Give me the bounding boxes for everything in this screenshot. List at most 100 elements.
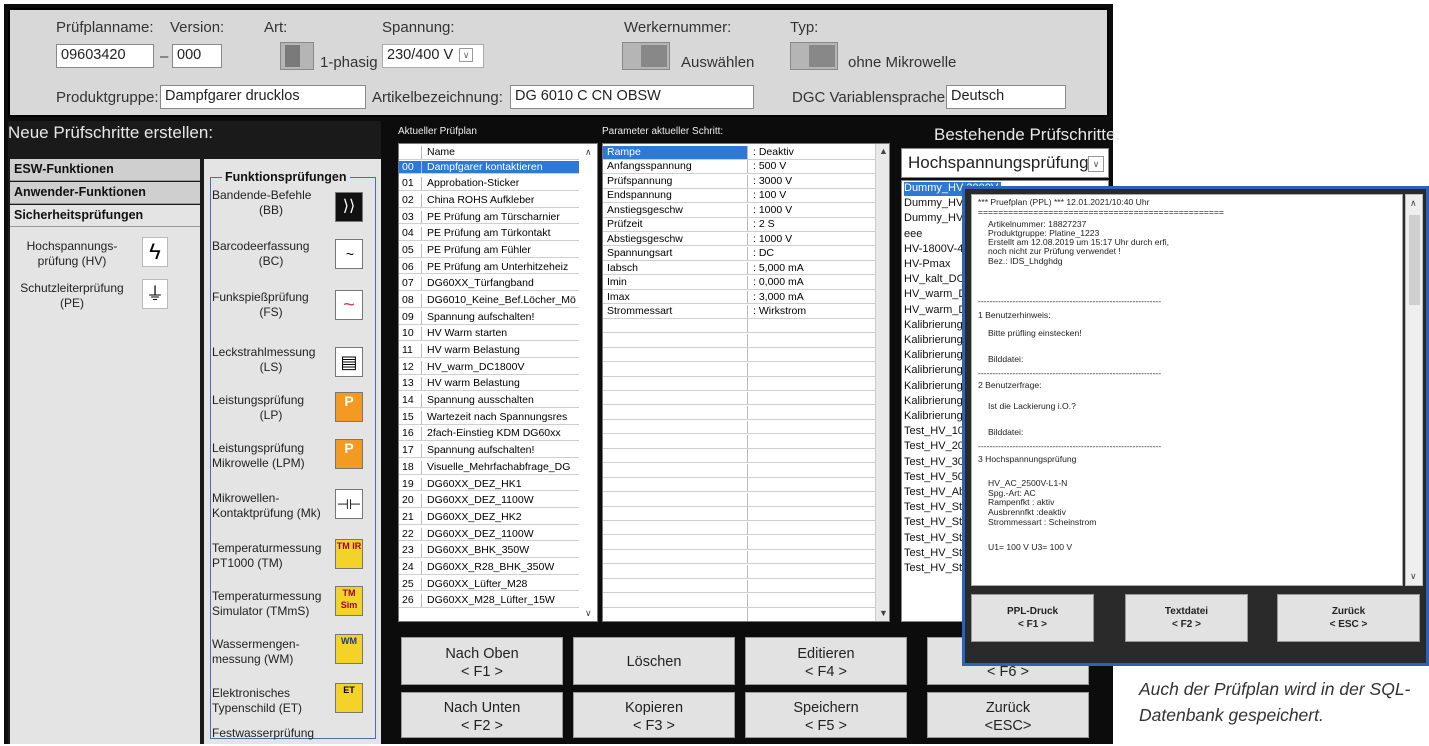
param-row[interactable] bbox=[603, 348, 875, 363]
art-toggle[interactable] bbox=[280, 42, 314, 70]
existing-step-item[interactable]: Test_HV_300 bbox=[904, 456, 970, 470]
pruefplan-row[interactable]: 16 2fach-Einstieg KDM DG60xx bbox=[399, 427, 579, 442]
param-row[interactable] bbox=[603, 536, 875, 550]
param-row[interactable] bbox=[603, 550, 875, 565]
chevron-up-icon[interactable]: ▲ bbox=[879, 146, 888, 156]
chevron-up-icon[interactable]: ∧ bbox=[1410, 198, 1417, 209]
param-row[interactable] bbox=[603, 377, 875, 391]
function-item-wm[interactable]: Wassermengen-messung (WM) bbox=[212, 637, 330, 667]
chevron-down-icon[interactable]: ∨ bbox=[585, 608, 592, 619]
param-row[interactable]: Rampe: Deaktiv bbox=[603, 146, 875, 160]
pruefplan-row[interactable]: 06 PE Prüfung am Unterhitzeheiz bbox=[399, 260, 579, 275]
power-test-icon[interactable]: P bbox=[335, 392, 363, 422]
function-item-lp[interactable]: Leistungsprüfung (LP) bbox=[212, 393, 330, 423]
typ-toggle[interactable] bbox=[790, 42, 838, 70]
thermometer-ir-icon[interactable]: TM IR bbox=[335, 539, 363, 569]
chevron-down-icon[interactable]: ▼ bbox=[879, 608, 888, 618]
param-row[interactable]: Imax: 3,000 mA bbox=[603, 290, 875, 305]
lightning-icon[interactable]: ϟ bbox=[142, 237, 168, 267]
param-row[interactable] bbox=[603, 319, 875, 334]
pruefplan-row[interactable]: 04 PE Prüfung am Türkontakt bbox=[399, 227, 579, 242]
pruefplan-row[interactable]: 18 Visuelle_Mehrfachabfrage_DG bbox=[399, 460, 579, 475]
pruefplan-row[interactable]: 01 Approbation-Sticker bbox=[399, 177, 579, 192]
function-item-bc[interactable]: Barcodeerfassung (BC) bbox=[212, 239, 330, 269]
delete-button[interactable]: Löschen bbox=[573, 637, 735, 685]
existing-step-item[interactable]: Kalibrierung bbox=[904, 334, 963, 348]
param-row[interactable] bbox=[603, 478, 875, 493]
existing-step-item[interactable]: Test_HV_500 bbox=[904, 471, 970, 485]
chevron-up-icon[interactable]: ∧ bbox=[585, 147, 592, 158]
existing-step-item[interactable]: Kalibrierung bbox=[904, 380, 963, 394]
existing-step-item[interactable]: Dummy_HV_ bbox=[904, 212, 969, 226]
pruefplan-row[interactable]: 05 PE Prüfung am Fühler bbox=[399, 244, 579, 258]
pruefplan-row[interactable]: 17 Spannung aufschalten! bbox=[399, 444, 579, 458]
pe-test-item[interactable]: Schutzleiterprüfung (PE) bbox=[10, 281, 134, 311]
move-down-button[interactable]: Nach Unten < F2 > bbox=[401, 692, 563, 738]
step-type-select[interactable]: Hochspannungsprüfung ∨ bbox=[901, 148, 1109, 178]
artikelbezeichnung-input[interactable]: DG 6010 C CN OBSW bbox=[510, 85, 754, 109]
ground-icon[interactable]: ⏚ bbox=[142, 279, 168, 309]
pruefplan-row[interactable]: 11 HV warm Belastung bbox=[399, 344, 579, 358]
thermometer-sim-icon[interactable]: TM Sim bbox=[335, 586, 363, 616]
produktgruppe-input[interactable]: Dampfgarer drucklos bbox=[160, 85, 366, 109]
pruefplan-row[interactable]: 23 DG60XX_BHK_350W bbox=[399, 544, 579, 559]
param-row[interactable] bbox=[603, 507, 875, 522]
existing-step-item[interactable]: Kalibrierung bbox=[904, 349, 963, 363]
variablensprache-input[interactable]: Deutsch bbox=[946, 85, 1066, 109]
popup-back-button[interactable]: Zurück < ESC > bbox=[1277, 594, 1420, 642]
existing-step-item[interactable]: Kalibrierung bbox=[904, 410, 963, 424]
existing-step-item[interactable]: HV-Pmax bbox=[904, 258, 950, 272]
werkernummer-toggle[interactable] bbox=[622, 42, 670, 70]
pruefplanname-input[interactable]: 09603420 bbox=[56, 44, 154, 68]
text-file-button[interactable]: Textdatei < F2 > bbox=[1125, 594, 1248, 642]
existing-step-item[interactable]: Kalibrierung bbox=[904, 319, 963, 333]
param-row[interactable] bbox=[603, 565, 875, 579]
pruefplan-row[interactable]: 22 DG60XX_DEZ_1100W bbox=[399, 527, 579, 542]
param-row[interactable] bbox=[603, 362, 875, 377]
existing-step-item[interactable]: HV-1800V-4r bbox=[904, 243, 967, 257]
param-row[interactable]: Endspannung: 100 V bbox=[603, 189, 875, 204]
microwave-power-icon[interactable]: P bbox=[335, 439, 363, 469]
pruefplan-row[interactable]: 09 Spannung aufschalten! bbox=[399, 310, 579, 325]
function-item-fs[interactable]: Funkspießprüfung (FS) bbox=[212, 290, 330, 320]
chevron-down-icon[interactable]: ∨ bbox=[1410, 571, 1417, 582]
spannung-select[interactable]: 230/400 V ∨ bbox=[382, 44, 484, 68]
pruefplan-table[interactable]: Name ∧ ∨ 00 Dampfgarer kontaktieren 01 Appr… bbox=[398, 143, 598, 622]
pruefplan-row[interactable]: 07 DG60XX_Türfangband bbox=[399, 277, 579, 292]
pruefplan-row[interactable]: 00 Dampfgarer kontaktieren bbox=[399, 160, 579, 175]
param-row[interactable] bbox=[603, 593, 875, 608]
function-item-et[interactable]: Elektronisches Typenschild (ET) bbox=[212, 686, 330, 716]
param-row[interactable] bbox=[603, 435, 875, 449]
param-row[interactable]: Abstiegsgeschw: 1000 V bbox=[603, 232, 875, 247]
param-row[interactable]: Iabsch: 5,000 mA bbox=[603, 261, 875, 276]
leak-meter-icon[interactable]: ▤ bbox=[335, 347, 363, 377]
existing-step-item[interactable]: Test_HV_200 bbox=[904, 440, 970, 454]
function-item-fw[interactable]: Festwasserprüfung bbox=[212, 726, 332, 741]
function-item-mk[interactable]: Mikrowellen- Kontaktprüfung (Mk) bbox=[212, 491, 330, 521]
param-row[interactable] bbox=[603, 521, 875, 536]
save-button[interactable]: Speichern < F5 > bbox=[745, 692, 907, 738]
function-item-lpm[interactable]: Leistungsprüfung Mikrowelle (LPM) bbox=[212, 441, 330, 471]
param-row[interactable]: Imin: 0,000 mA bbox=[603, 276, 875, 290]
params-scrollbar[interactable]: ▲ ▼ bbox=[875, 144, 889, 621]
function-item-tmms[interactable]: Temperaturmessung Simulator (TMmS) bbox=[212, 589, 330, 619]
existing-step-item[interactable]: HV_kalt_DC1 bbox=[904, 273, 971, 287]
existing-step-item[interactable]: eee bbox=[904, 228, 922, 242]
radio-wave-icon[interactable]: ~ bbox=[335, 290, 363, 320]
params-table[interactable]: ▲ ▼ Rampe: Deaktiv Anfangsspannung: 500 V… bbox=[602, 143, 890, 622]
param-row[interactable] bbox=[603, 492, 875, 507]
pruefplan-row[interactable]: 08 DG6010_Keine_Bef.Löcher_Mö bbox=[399, 294, 579, 308]
tab-anwender-funktionen[interactable]: Anwender-Funktionen bbox=[10, 182, 200, 204]
existing-step-item[interactable]: Kalibrierung bbox=[904, 364, 963, 378]
move-up-button[interactable]: Nach Oben < F1 > bbox=[401, 637, 563, 685]
contact-switch-icon[interactable]: ⊣⊢ bbox=[335, 489, 363, 519]
function-item-bb[interactable]: Bandende-Befehle (BB) bbox=[212, 188, 330, 218]
existing-step-item[interactable]: Test_HV_100 bbox=[904, 425, 970, 439]
existing-step-item[interactable]: Dummy_HV_ bbox=[904, 197, 969, 211]
function-item-ls[interactable]: Leckstrahlmessung (LS) bbox=[212, 345, 330, 375]
pruefplan-row[interactable]: 13 HV warm Belastung bbox=[399, 377, 579, 392]
pruefplan-row[interactable]: 12 HV_warm_DC1800V bbox=[399, 360, 579, 375]
type-plate-icon[interactable]: ET bbox=[335, 683, 363, 713]
param-row[interactable]: Anstiegsgeschw: 1000 V bbox=[603, 203, 875, 218]
barcode-icon[interactable]: ~ bbox=[335, 239, 363, 269]
